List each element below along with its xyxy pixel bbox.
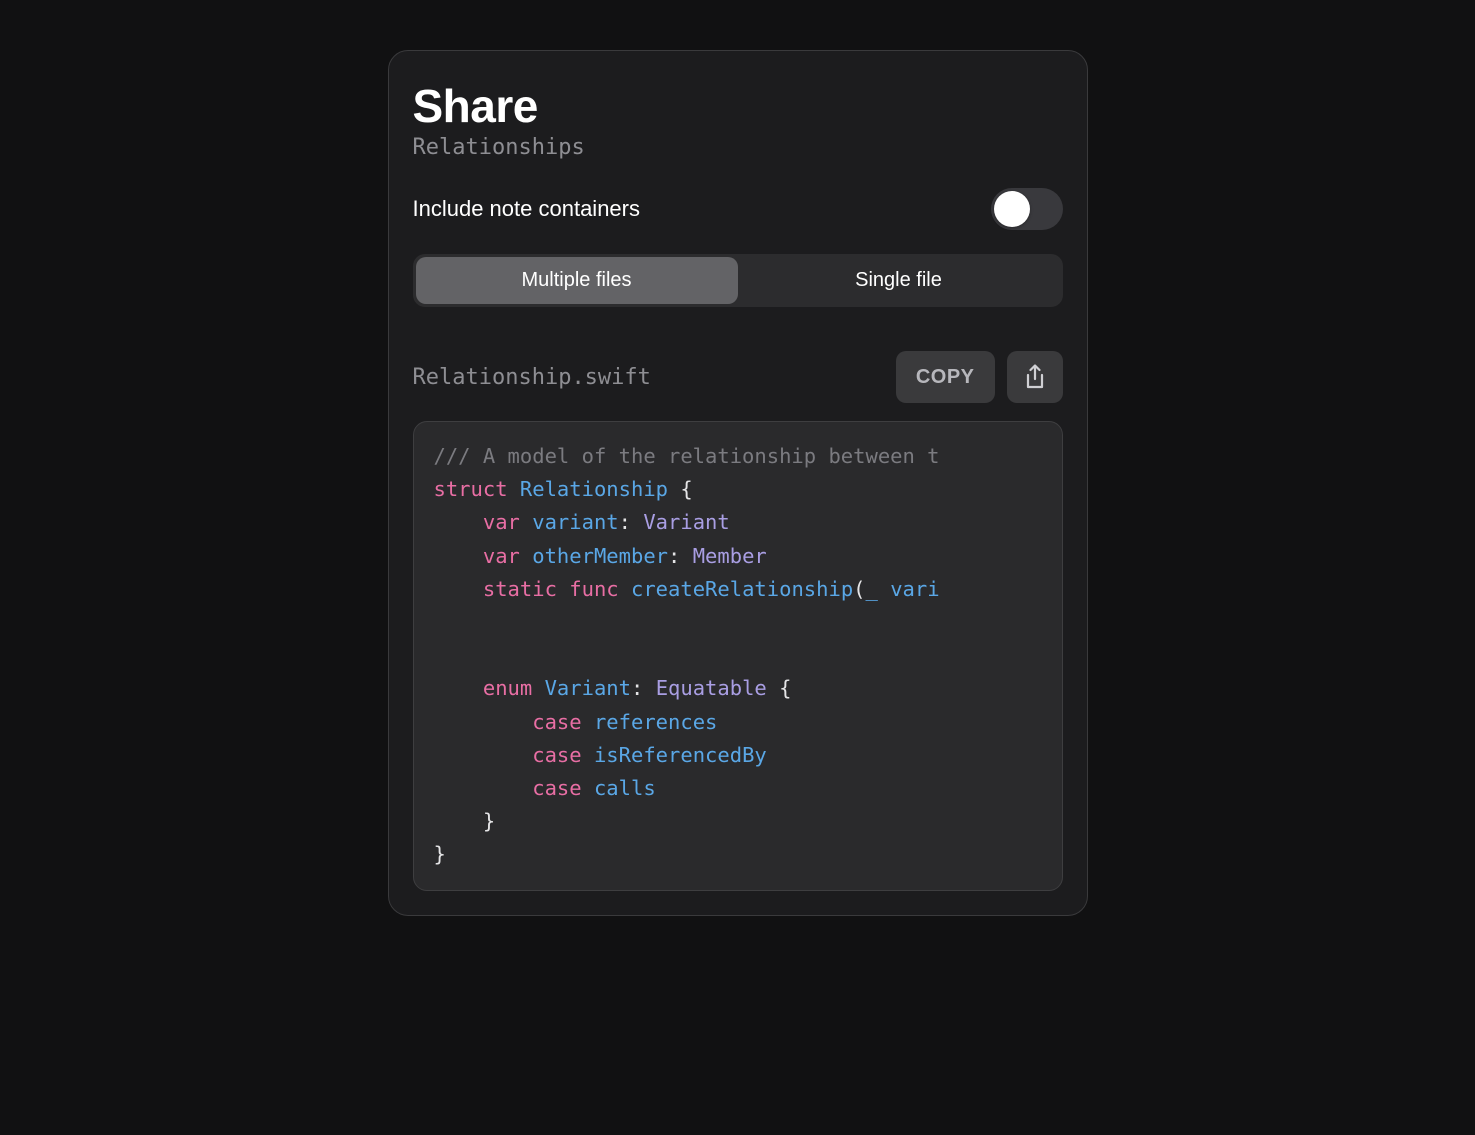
code-token [582,710,594,734]
code-token [434,577,483,601]
code-token: func [569,577,618,601]
file-name: Relationship.swift [413,365,651,390]
code-token: createRelationship [631,577,853,601]
code-token: : [668,544,693,568]
code-token [520,544,532,568]
segment-single-file[interactable]: Single file [738,257,1060,304]
code-preview: /// A model of the relationship between … [413,421,1063,891]
code-token [520,510,532,534]
code-token: static [483,577,557,601]
code-token: isReferencedBy [594,743,767,767]
code-token: variant [532,510,618,534]
code-token: { [668,477,693,501]
code-token [434,676,483,700]
code-token: _ [866,577,878,601]
code-token: references [594,710,717,734]
share-dialog: Share Relationships Include note contain… [388,50,1088,916]
code-token [557,577,569,601]
code-token [434,743,533,767]
code-token: Variant [643,510,729,534]
share-button[interactable] [1007,351,1063,403]
code-token [582,743,594,767]
code-token: /// A model of the relationship between … [434,444,940,468]
code-token [508,477,520,501]
code-token: case [532,776,581,800]
code-token: Member [693,544,767,568]
code-token [878,577,890,601]
code-token: var [483,510,520,534]
code-token: case [532,743,581,767]
code-token: struct [434,477,508,501]
code-token [434,510,483,534]
code-token: case [532,710,581,734]
include-note-containers-row: Include note containers [413,188,1063,230]
include-note-containers-toggle[interactable] [991,188,1063,230]
code-token [619,577,631,601]
code-token: Equatable [656,676,767,700]
file-actions: COPY [896,351,1063,403]
code-token [532,676,544,700]
code-token: Variant [545,676,631,700]
dialog-subtitle: Relationships [413,135,1063,160]
code-token: } [434,842,446,866]
code-token: : [631,676,656,700]
toggle-knob [994,191,1030,227]
share-icon [1024,364,1046,390]
code-token [582,776,594,800]
copy-button[interactable]: COPY [896,351,995,403]
code-token: var [483,544,520,568]
code-token: enum [483,676,532,700]
file-mode-segmented-control: Multiple files Single file [413,254,1063,307]
code-token: } [434,809,496,833]
code-token [434,710,533,734]
segment-multiple-files[interactable]: Multiple files [416,257,738,304]
code-token [434,544,483,568]
code-token: : [619,510,644,534]
code-token: Relationship [520,477,668,501]
code-token: ( [853,577,865,601]
code-token: vari [890,577,939,601]
code-token: otherMember [532,544,668,568]
file-header: Relationship.swift COPY [413,351,1063,403]
code-token: calls [594,776,656,800]
dialog-title: Share [413,79,1063,133]
include-note-containers-label: Include note containers [413,196,641,222]
code-token [434,776,533,800]
code-token: { [767,676,792,700]
